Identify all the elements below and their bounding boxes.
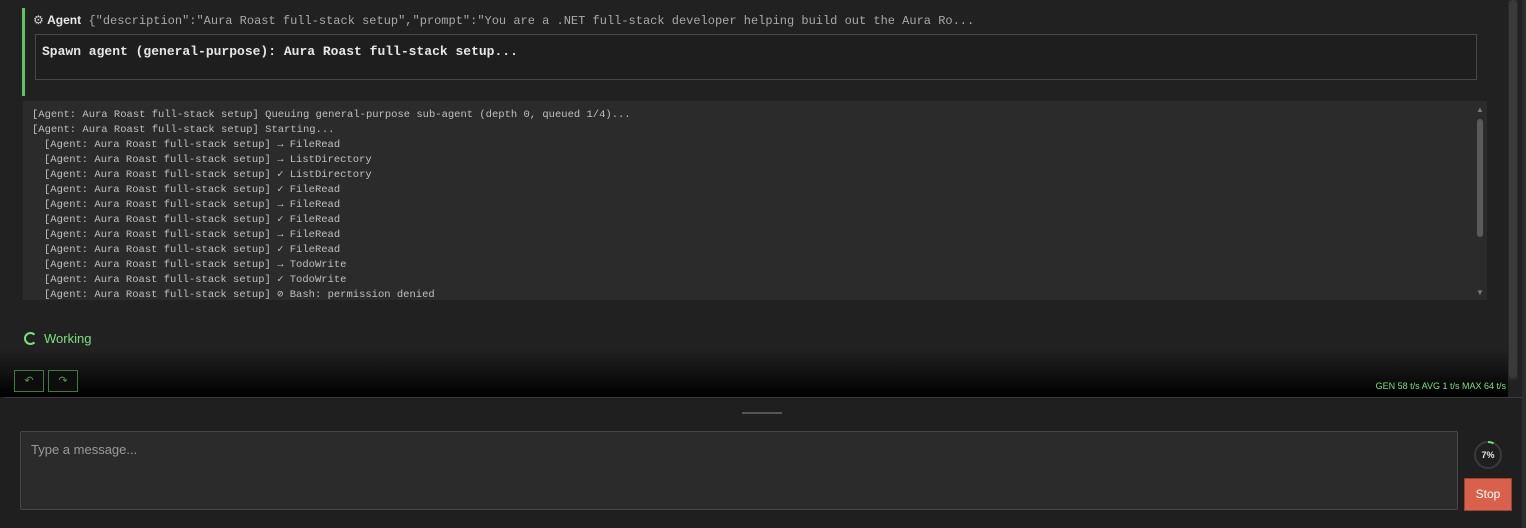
log-line: [Agent: Aura Roast full-stack setup] ✓ L… [44,169,372,181]
spawn-agent-text: Spawn agent (general-purpose): Aura Roas… [42,44,518,59]
undo-icon: ↶ [24,375,34,387]
chat-scrollbar-thumb[interactable] [1509,0,1517,378]
redo-icon: ↷ [58,375,68,387]
log-scrollbar[interactable]: ▲ ▼ [1474,101,1487,300]
log-line: [Agent: Aura Roast full-stack setup] ✓ F… [44,214,341,226]
resize-grip[interactable] [742,412,782,414]
log-line: [Agent: Aura Roast full-stack setup] ✓ F… [44,244,341,256]
bottom-fade [0,350,1508,397]
log-line: [Agent: Aura Roast full-stack setup] → F… [44,229,341,241]
window-edge [1522,0,1526,528]
undo-button[interactable]: ↶ [14,370,44,392]
agent-tool-call: ⚙ Agent {"description":"Aura Roast full-… [22,8,1503,96]
agent-args: {"description":"Aura Roast full-stack se… [88,14,975,28]
chat-scrollbar[interactable] [1508,0,1518,380]
divider [4,397,1522,398]
message-input-box[interactable] [20,431,1458,510]
redo-button[interactable]: ↷ [48,370,78,392]
log-line: [Agent: Aura Roast full-stack setup] → F… [44,139,341,151]
log-lines: [Agent: Aura Roast full-stack setup] Que… [32,108,631,300]
scroll-up-icon[interactable]: ▲ [1475,105,1485,115]
gear-icon: ⚙ [33,13,44,27]
stop-button[interactable]: Stop [1464,478,1512,511]
log-line: [Agent: Aura Roast full-stack setup] → F… [44,199,341,211]
context-usage-indicator: 7% [1473,440,1503,470]
message-input[interactable] [29,438,1433,460]
log-line: [Agent: Aura Roast full-stack setup] → T… [44,259,347,271]
context-usage-percent: 7% [1481,450,1495,460]
agent-log-panel[interactable]: [Agent: Aura Roast full-stack setup] Que… [23,101,1487,300]
log-line: [Agent: Aura Roast full-stack setup] Sta… [32,124,335,136]
spawn-agent-box: Spawn agent (general-purpose): Aura Roas… [35,34,1477,80]
log-line: [Agent: Aura Roast full-stack setup] Que… [32,109,631,121]
log-line: [Agent: Aura Roast full-stack setup] ✓ F… [44,184,341,196]
log-scrollbar-thumb[interactable] [1477,119,1483,237]
agent-header: ⚙ Agent {"description":"Aura Roast full-… [33,13,974,28]
log-line: [Agent: Aura Roast full-stack setup] ⊘ B… [44,289,435,300]
log-line: [Agent: Aura Roast full-stack setup] ✓ T… [44,274,347,286]
chat-pane: ⚙ Agent {"description":"Aura Roast full-… [0,0,1522,397]
log-line: [Agent: Aura Roast full-stack setup] → L… [44,154,372,166]
spinner-icon [24,332,37,345]
agent-label: Agent [47,13,82,27]
working-status: Working [24,331,91,346]
working-label: Working [44,331,92,346]
scroll-down-icon[interactable]: ▼ [1475,288,1485,298]
token-stats: GEN 58 t/s AVG 1 t/s MAX 64 t/s [1375,381,1506,391]
